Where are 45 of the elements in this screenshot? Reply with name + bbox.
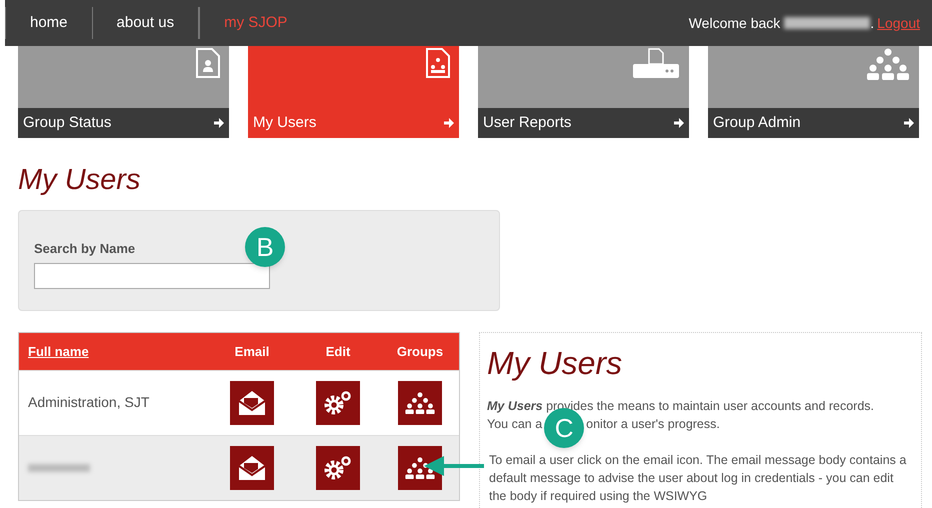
- user-document-icon: [195, 48, 221, 78]
- column-header: Edit: [326, 342, 350, 361]
- tile-label: Group Admin: [713, 112, 801, 133]
- user-name: Administration, SJT: [28, 394, 150, 410]
- arrow-right-icon: [214, 118, 224, 128]
- group-icon: [865, 48, 911, 80]
- period-text: .: [870, 14, 874, 32]
- envelope-icon: [237, 389, 267, 417]
- printer-icon: [631, 48, 681, 80]
- tile-label: My Users: [253, 112, 316, 133]
- group-icon: [404, 456, 436, 480]
- nav-tile[interactable]: User Reports: [478, 46, 689, 138]
- column-header[interactable]: Full name: [19, 342, 89, 362]
- nav-link[interactable]: home: [5, 7, 92, 39]
- callout-badge: B: [245, 227, 285, 267]
- gears-icon: [323, 455, 353, 481]
- arrow-right-icon: [444, 118, 454, 128]
- help-paragraph: To email a user click on the email icon. The email message body contains a default message to advise the user about log in credentials - you can edit the body if required using the WSIWYG: [489, 452, 908, 505]
- nav-tile[interactable]: My Users: [248, 46, 459, 138]
- email-button[interactable]: [230, 446, 274, 490]
- groups-button[interactable]: [398, 381, 442, 425]
- tile-label: User Reports: [483, 112, 572, 133]
- help-text: You can a: [487, 416, 542, 433]
- welcome-text: Welcome back: [688, 14, 780, 32]
- settings-button[interactable]: [316, 446, 360, 490]
- settings-button[interactable]: [316, 381, 360, 425]
- email-button[interactable]: [230, 381, 274, 425]
- nav-tile[interactable]: Group Status: [18, 46, 229, 138]
- arrow-right-icon: [904, 118, 914, 128]
- search-field[interactable]: [34, 262, 270, 288]
- column-header: Email: [234, 342, 270, 361]
- help-text: onitor a user's progress.: [586, 416, 720, 433]
- column-header: Groups: [396, 342, 444, 361]
- help-title: My Users: [487, 344, 624, 383]
- gears-icon: [323, 390, 353, 416]
- arrow-right-icon: [674, 118, 684, 128]
- envelope-icon: [237, 454, 267, 482]
- org-document-icon: [425, 48, 451, 78]
- tile-label: Group Status: [23, 112, 112, 133]
- group-icon: [404, 392, 436, 414]
- search-label: Search by Name: [34, 240, 136, 258]
- nav-link[interactable]: about us: [92, 7, 200, 39]
- nav-tile[interactable]: Group Admin: [708, 46, 919, 138]
- groups-button[interactable]: [398, 446, 442, 490]
- page-heading: My Users: [18, 163, 142, 198]
